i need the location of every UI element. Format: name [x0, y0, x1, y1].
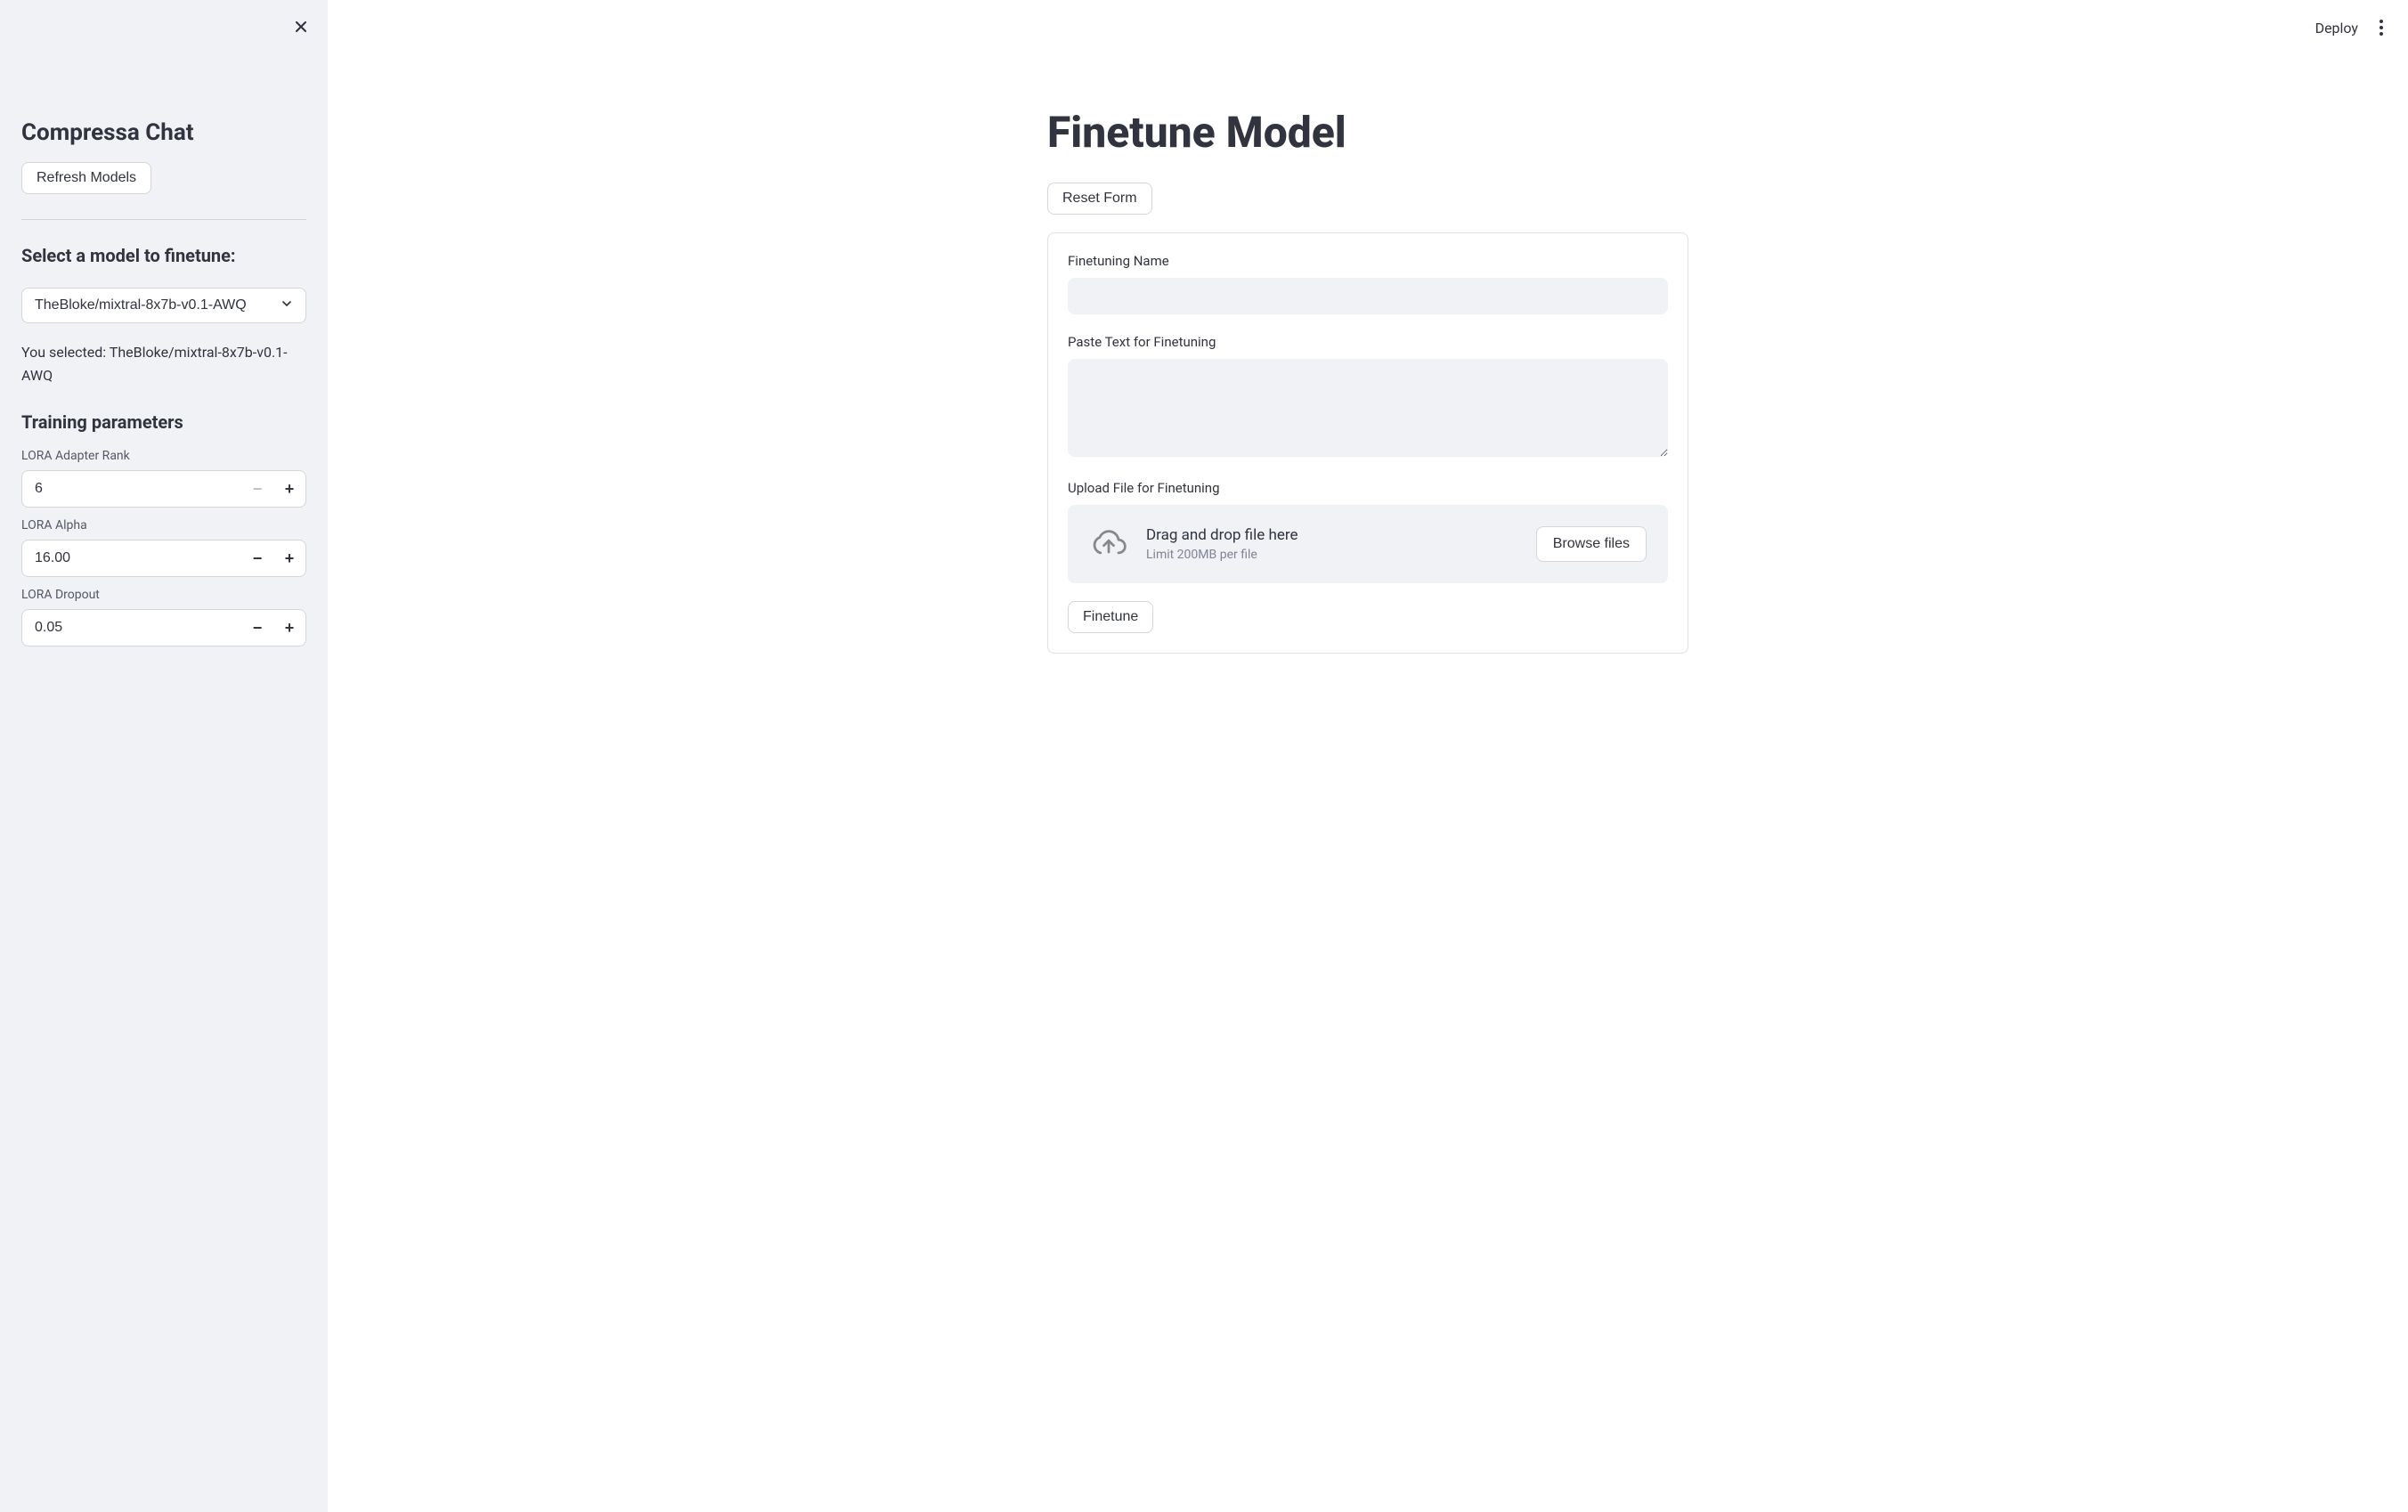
sidebar: Compressa Chat Refresh Models Select a m…: [0, 0, 328, 1512]
selected-model-text: You selected: TheBloke/mixtral-8x7b-v0.1…: [21, 341, 306, 386]
model-select-wrapper: [21, 288, 306, 323]
finetune-submit-button[interactable]: Finetune: [1068, 601, 1153, 633]
browse-files-button[interactable]: Browse files: [1536, 526, 1647, 562]
page-title: Finetune Model: [1047, 107, 1688, 158]
refresh-models-button[interactable]: Refresh Models: [21, 162, 151, 194]
finetuning-name-input[interactable]: [1068, 278, 1668, 314]
cloud-upload-icon: [1089, 523, 1128, 565]
upload-primary-text: Drag and drop file here: [1146, 526, 1518, 544]
lora-rank-decrement[interactable]: −: [241, 471, 273, 507]
model-select[interactable]: [21, 288, 306, 323]
reset-form-button[interactable]: Reset Form: [1047, 183, 1152, 215]
lora-dropout-increment[interactable]: +: [273, 610, 305, 646]
main-area: Deploy Finetune Model Reset Form Finetun…: [328, 0, 2408, 1512]
lora-dropout-label: LORA Dropout: [21, 588, 306, 602]
finetuning-text-input[interactable]: [1068, 359, 1668, 457]
lora-alpha-increment[interactable]: +: [273, 541, 305, 576]
lora-rank-label: LORA Adapter Rank: [21, 449, 306, 463]
lora-rank-input[interactable]: [22, 472, 241, 506]
main-content: Finetune Model Reset Form Finetuning Nam…: [1012, 0, 1724, 689]
upload-label: Upload File for Finetuning: [1068, 480, 1668, 496]
deploy-button[interactable]: Deploy: [2315, 20, 2358, 37]
training-parameters-heading: Training parameters: [21, 411, 306, 433]
upload-text: Drag and drop file here Limit 200MB per …: [1146, 526, 1518, 562]
topbar: Deploy: [2315, 16, 2387, 39]
finetuning-text-label: Paste Text for Finetuning: [1068, 334, 1668, 350]
select-model-heading: Select a model to finetune:: [21, 245, 306, 266]
upload-secondary-text: Limit 200MB per file: [1146, 548, 1518, 562]
lora-rank-stepper: − +: [21, 470, 306, 508]
divider: [21, 219, 306, 220]
lora-dropout-decrement[interactable]: −: [241, 610, 273, 646]
lora-alpha-decrement[interactable]: −: [241, 541, 273, 576]
kebab-menu-icon[interactable]: [2376, 16, 2387, 39]
finetune-form: Finetuning Name Paste Text for Finetunin…: [1047, 232, 1688, 654]
lora-rank-increment[interactable]: +: [273, 471, 305, 507]
lora-dropout-input[interactable]: [22, 611, 241, 645]
lora-alpha-stepper: − +: [21, 540, 306, 577]
sidebar-title: Compressa Chat: [21, 119, 306, 146]
lora-alpha-input[interactable]: [22, 541, 241, 575]
finetuning-name-label: Finetuning Name: [1068, 253, 1668, 269]
upload-dropzone[interactable]: Drag and drop file here Limit 200MB per …: [1068, 505, 1668, 583]
lora-alpha-label: LORA Alpha: [21, 518, 306, 532]
close-icon[interactable]: [292, 18, 310, 40]
lora-dropout-stepper: − +: [21, 609, 306, 646]
